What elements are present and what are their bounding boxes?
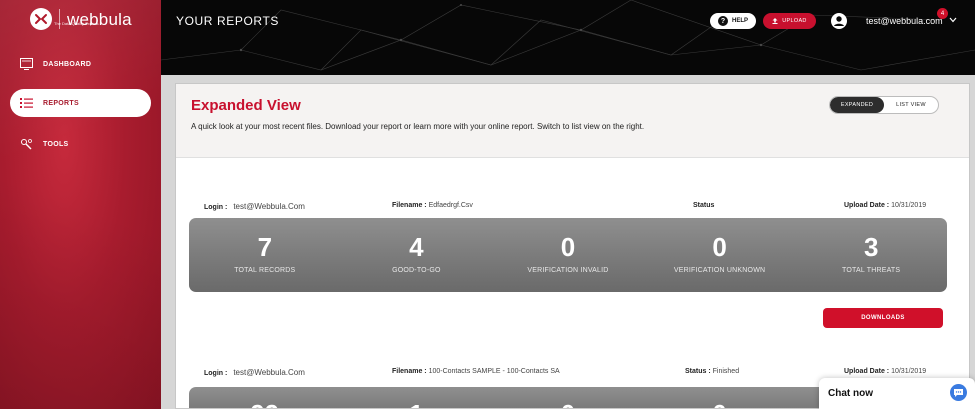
report-upload-date: Upload Date : 10/31/2019 (844, 368, 926, 375)
stat-good-to-go: 4 GOOD-TO-GO (341, 218, 493, 292)
network-background (161, 0, 975, 71)
upload-button[interactable]: UPLOAD (763, 13, 816, 29)
stat-value: 0 (560, 232, 576, 262)
sidebar-item-label: TOOLS (43, 140, 69, 148)
stat-label: GOOD-TO-GO (392, 267, 441, 274)
tools-icon (21, 139, 32, 150)
sidebar-item-dashboard[interactable]: DASHBOARD (10, 50, 151, 78)
chat-widget[interactable]: Chat now (819, 378, 975, 409)
chat-label: Chat now (828, 388, 873, 399)
upload-date-value: 10/31/2019 (891, 202, 927, 209)
list-icon (20, 98, 33, 108)
page-title: YOUR REPORTS (176, 14, 279, 28)
stat-verification-invalid: 0 (492, 387, 644, 408)
chat-bubble-icon[interactable] (950, 384, 967, 401)
upload-label: UPLOAD (782, 18, 807, 24)
sidebar-item-tools[interactable]: TOOLS (10, 130, 151, 158)
card-title: Expanded View (191, 97, 301, 114)
stat-value: 99 (250, 401, 279, 408)
card-subtitle: A quick look at your most recent files. … (191, 122, 645, 131)
report-upload-date: Upload Date : 10/31/2019 (844, 202, 926, 209)
report-status: Status (693, 202, 714, 209)
stat-value: 0 (561, 401, 575, 408)
toggle-expanded[interactable]: EXPANDED (830, 97, 884, 113)
stat-good-to-go: 1 (341, 387, 493, 408)
stat-label: VERIFICATION UNKNOWN (673, 267, 766, 274)
login-label: Login : (204, 370, 228, 377)
report-filename: Filename : Edfaedrgf.Csv (392, 202, 473, 209)
notification-badge[interactable]: 4 (937, 8, 948, 19)
help-button[interactable]: ? HELP (710, 13, 756, 29)
filename-label: Filename : (392, 202, 427, 209)
stat-label: VERIFICATION INVALID (527, 267, 609, 274)
user-email[interactable]: test@webbula.com (866, 16, 943, 26)
report-login: Login : test@Webbula.Com (204, 202, 305, 211)
stat-verification-unknown: 0 (644, 387, 796, 408)
filename-label: Filename : (392, 368, 427, 375)
help-label: HELP (731, 18, 748, 24)
chevron-down-icon[interactable] (949, 17, 957, 23)
stat-label: TOTAL THREATS (842, 267, 901, 274)
report-filename: Filename : 100-Contacts SAMPLE - 100-Con… (392, 368, 560, 375)
status-label: Status : (685, 368, 711, 375)
stat-value: 0 (712, 401, 726, 408)
sidebar-item-label: REPORTS (43, 99, 79, 107)
stat-total-records: 99 (189, 387, 341, 408)
stat-value: 4 (409, 232, 424, 262)
top-bar: YOUR REPORTS ? HELP UPLOAD test@webbula.… (161, 0, 975, 75)
brand-name: webbula (67, 9, 132, 29)
stat-value: 7 (257, 232, 273, 262)
status-value: Finished (712, 368, 740, 375)
filename-value: 100-Contacts SAMPLE - 100-Contacts SA (428, 368, 560, 375)
login-label: Login : (204, 204, 228, 211)
login-value: test@Webbula.Com (233, 202, 305, 211)
upload-date-label: Upload Date : (844, 202, 890, 209)
stat-label: TOTAL RECORDS (234, 267, 296, 274)
reports-card: Expanded View A quick look at your most … (175, 83, 970, 409)
downloads-button[interactable]: DOWNLOADS (823, 308, 943, 328)
stat-value: 0 (712, 232, 727, 262)
report-status: Status : Finished (685, 368, 739, 375)
report-stats-panel: 7 TOTAL RECORDS 4 GOOD-TO-GO 0 VERIFICAT… (189, 218, 947, 292)
stat-verification-unknown: 0 VERIFICATION UNKNOWN (644, 218, 796, 292)
main-content: Expanded View A quick look at your most … (161, 75, 975, 409)
upload-date-label: Upload Date : (844, 368, 890, 375)
upload-icon (772, 18, 778, 24)
upload-date-value: 10/31/2019 (891, 368, 927, 375)
brand-logo[interactable]: webbula (30, 8, 132, 30)
webbula-logo-icon (30, 8, 52, 30)
view-toggle: EXPANDED LIST VIEW (829, 96, 939, 114)
filename-value: Edfaedrgf.Csv (428, 202, 473, 209)
card-header: Expanded View A quick look at your most … (176, 84, 969, 158)
toggle-list-view[interactable]: LIST VIEW (884, 97, 938, 113)
login-value: test@Webbula.Com (233, 368, 305, 377)
sidebar: webbula The Data Quality Experts DASHBOA… (0, 0, 161, 409)
logo-divider (59, 9, 60, 29)
question-icon: ? (717, 16, 728, 26)
stat-value: 3 (863, 232, 879, 262)
sidebar-item-reports[interactable]: REPORTS (10, 89, 151, 117)
sidebar-item-label: DASHBOARD (43, 60, 92, 68)
stat-value: 1 (409, 401, 423, 408)
report-login: Login : test@Webbula.Com (204, 368, 305, 377)
dashboard-icon (20, 58, 33, 70)
stat-total-threats: 3 TOTAL THREATS (795, 218, 947, 292)
stat-total-records: 7 TOTAL RECORDS (189, 218, 341, 292)
user-avatar-icon[interactable] (831, 13, 847, 29)
status-label: Status (693, 202, 715, 209)
stat-verification-invalid: 0 VERIFICATION INVALID (492, 218, 644, 292)
